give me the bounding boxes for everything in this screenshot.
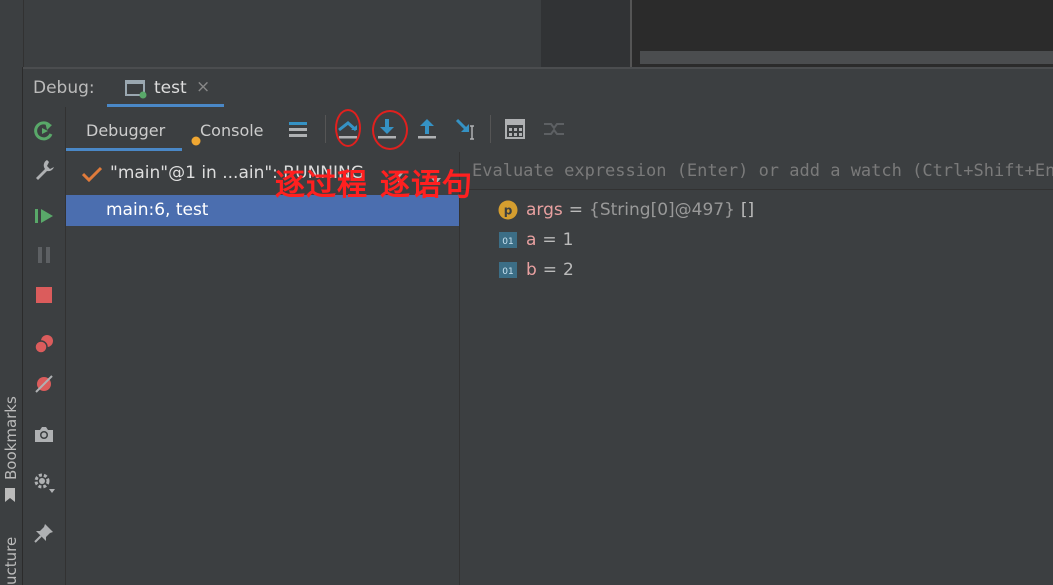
variable-name: args [526, 200, 563, 220]
tab-debugger-label: Debugger [86, 121, 166, 140]
variables-panel: p args = {String[0]@497} [] 01 a = 1 01 … [460, 152, 1053, 585]
toolbar-separator [490, 115, 491, 143]
tab-debugger[interactable]: Debugger [66, 107, 182, 151]
debug-action-bar [23, 107, 66, 585]
primitive-icon-glyph: 01 [502, 237, 513, 247]
variable-row[interactable]: 01 b = 2 [498, 257, 574, 283]
rerun-icon[interactable] [32, 119, 56, 143]
view-breakpoints-icon[interactable] [32, 332, 56, 356]
pin-icon[interactable] [32, 521, 56, 545]
frames-panel: "main"@1 in ...ain": RUNNING main:6, tes… [66, 152, 460, 585]
equals-sign: = [568, 200, 584, 220]
toolbar-separator [325, 115, 326, 143]
close-icon[interactable]: × [196, 77, 210, 97]
step-over-icon[interactable] [336, 117, 360, 141]
parameter-icon-glyph: p [504, 204, 513, 218]
editor-blank [24, 0, 541, 67]
left-tool-strip: Bookmarks ucture [0, 67, 23, 585]
debugger-toolbar: Debugger Console [66, 107, 1053, 153]
session-tab-test[interactable]: test × [107, 69, 224, 107]
trace-current-stream-icon[interactable] [542, 117, 566, 141]
structure-tool-window-button[interactable]: ucture [2, 537, 20, 585]
step-into-annotation: 逐语句 [380, 168, 473, 203]
evaluate-expression-input[interactable] [460, 152, 1053, 190]
variable-value: 2 [563, 260, 574, 280]
settings-gear-icon[interactable] [32, 471, 56, 495]
top-tool-strip [0, 0, 24, 67]
check-icon [81, 166, 103, 187]
tab-underline [66, 148, 182, 151]
variable-name: a [526, 230, 537, 250]
bookmarks-tool-window-button[interactable]: Bookmarks [2, 396, 20, 480]
variable-type: {String[0]@497} [589, 200, 735, 220]
variable-value: [] [740, 200, 755, 220]
primitive-icon: 01 [498, 230, 518, 250]
pause-icon[interactable] [32, 243, 56, 267]
session-name: test [154, 78, 187, 98]
step-into-icon[interactable] [375, 117, 399, 141]
editor-gutter [541, 0, 631, 67]
run-to-cursor-icon[interactable] [454, 117, 478, 141]
equals-sign: = [542, 230, 557, 250]
variable-name: b [526, 260, 537, 280]
parameter-icon: p [498, 200, 518, 220]
step-over-annotation: 逐过程 [275, 168, 368, 203]
equals-sign: = [542, 260, 558, 280]
debug-tool-window-header: Debug: test × [23, 67, 1053, 107]
variable-row[interactable]: p args = {String[0]@497} [] [498, 197, 754, 223]
tab-console[interactable]: Console [186, 107, 276, 151]
bookmarks-label: Bookmarks [2, 396, 20, 480]
variable-value: 1 [562, 230, 574, 250]
bookmark-icon [3, 487, 17, 507]
stop-icon[interactable] [32, 283, 56, 307]
horizontal-scrollbar[interactable] [640, 51, 1053, 64]
frame-label: main:6, test [106, 200, 209, 220]
resume-icon[interactable] [32, 204, 56, 228]
primitive-icon-glyph: 01 [502, 267, 513, 277]
step-out-icon[interactable] [415, 117, 439, 141]
primitive-icon: 01 [498, 260, 518, 280]
structure-label: ucture [2, 536, 20, 585]
editor-area [0, 0, 1053, 67]
run-config-icon [125, 79, 147, 103]
layout-menu-icon[interactable] [286, 117, 310, 141]
tab-console-label: Console [200, 121, 264, 140]
variable-row[interactable]: 01 a = 1 [498, 227, 574, 253]
debug-title: Debug: [33, 78, 95, 98]
camera-icon[interactable] [32, 422, 56, 446]
settings-wrench-icon[interactable] [32, 157, 56, 181]
evaluate-expression-icon[interactable] [503, 117, 527, 141]
mute-breakpoints-icon[interactable] [32, 372, 56, 396]
